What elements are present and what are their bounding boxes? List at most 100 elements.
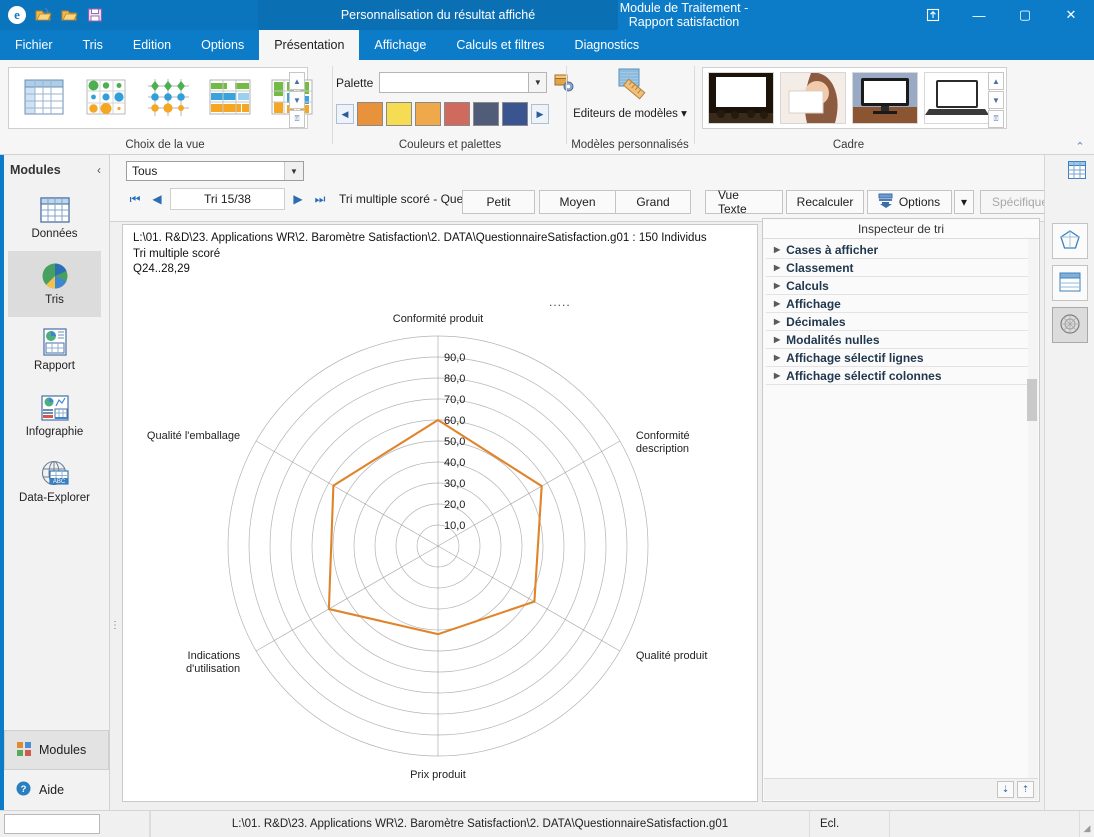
collapse-ribbon-icon[interactable]: ⌃ xyxy=(1072,139,1088,153)
tab-diagnostics[interactable]: Diagnostics xyxy=(560,30,655,60)
palette-input[interactable] xyxy=(379,72,530,93)
rail-button-shape[interactable] xyxy=(1051,223,1088,259)
model-editor-button[interactable]: Editeurs de modèles ▾ xyxy=(573,107,687,121)
model-editor-icon[interactable] xyxy=(611,66,649,105)
open-icon[interactable] xyxy=(35,7,52,23)
nav-last-icon[interactable]: ⏭ xyxy=(311,188,329,210)
frame-option-laptop[interactable] xyxy=(924,72,990,124)
sidebar: Modules ‹ Données Tris Rapport Infograph… xyxy=(0,155,120,810)
view-scroll-down-button[interactable]: ▼ xyxy=(289,91,305,109)
sidebar-collapse-icon[interactable]: ‹ xyxy=(97,163,101,177)
chevron-right-icon: ▶ xyxy=(774,281,781,290)
sidebar-help-button[interactable]: ? Aide xyxy=(4,770,109,810)
frame-scroll-down-button[interactable]: ▼ xyxy=(988,91,1004,109)
minimize-button[interactable]: — xyxy=(956,0,1002,30)
palette-prev-button[interactable]: ◀ xyxy=(336,104,354,124)
swatch-6[interactable] xyxy=(502,102,528,126)
help-icon: ? xyxy=(16,781,31,799)
window-title: Module de Traitement - Rapport satisfact… xyxy=(619,1,749,29)
tab-options[interactable]: Options xyxy=(186,30,259,60)
nav-first-icon[interactable]: ⏮ xyxy=(126,188,144,210)
chevron-right-icon: ▶ xyxy=(774,335,781,344)
sidebar-item-infographie[interactable]: Infographie xyxy=(8,383,101,449)
status-input[interactable] xyxy=(4,814,100,834)
restore-window-button[interactable] xyxy=(910,0,956,30)
frame-gallery-expand-button[interactable]: ⍔ xyxy=(988,110,1004,128)
status-blank xyxy=(890,811,1080,837)
swatch-4[interactable] xyxy=(444,102,470,126)
inspector-row-calculs[interactable]: ▶ Calculs xyxy=(766,277,1036,295)
vue-texte-button[interactable]: Vue Texte xyxy=(705,188,783,216)
title-bar: e Personnalisation du résultat affiché M… xyxy=(0,0,1094,30)
rail-button-chart-view[interactable] xyxy=(1051,307,1088,343)
frame-option-cinema[interactable] xyxy=(708,72,774,124)
filter-combo[interactable]: Tous ▼ xyxy=(126,161,304,181)
menu-tabs: Fichier Tris Edition Options Présentatio… xyxy=(0,30,654,60)
sidebar-modules-button[interactable]: Modules xyxy=(4,730,109,770)
swatch-5[interactable] xyxy=(473,102,499,126)
radar-axis-spoke xyxy=(255,545,439,652)
tab-edition[interactable]: Edition xyxy=(118,30,186,60)
inspector-row-affichage-selectif-lignes[interactable]: ▶ Affichage sélectif lignes xyxy=(766,349,1036,367)
filter-combo-value: Tous xyxy=(132,164,158,178)
tab-tris[interactable]: Tris xyxy=(68,30,118,60)
model-editor-dropdown-icon[interactable]: ▾ xyxy=(681,108,687,120)
inspector-row-classement[interactable]: ▶ Classement xyxy=(766,259,1036,277)
inspector-scrollbar[interactable] xyxy=(1027,239,1038,779)
inspector-row-label: Modalités nulles xyxy=(786,332,880,347)
maximize-button[interactable]: ▢ xyxy=(1002,0,1048,30)
swatch-1[interactable] xyxy=(357,102,383,126)
view-option-stacked-icon[interactable] xyxy=(205,74,255,122)
radar-tick-label: 80,0 xyxy=(444,373,465,385)
inspector-row-affichage-selectif-colonnes[interactable]: ▶ Affichage sélectif colonnes xyxy=(766,367,1036,385)
inspector-row-cases-a-afficher[interactable]: ▶ Cases à afficher xyxy=(766,241,1036,259)
view-option-table-icon[interactable] xyxy=(19,74,69,122)
sidebar-item-data-explorer[interactable]: ABC Data-Explorer xyxy=(8,449,101,515)
inspector-move-up-button[interactable]: ⇡ xyxy=(1017,781,1034,798)
sidebar-header: Modules ‹ xyxy=(0,155,109,185)
options-button[interactable]: Options xyxy=(867,190,952,214)
chart-pane: L:\01. R&D\23. Applications WR\2. Baromè… xyxy=(122,224,758,802)
inspector-row-decimales[interactable]: ▶ Décimales xyxy=(766,313,1036,331)
frame-scroll-up-button[interactable]: ▲ xyxy=(988,72,1004,90)
inspector-row-affichage[interactable]: ▶ Affichage xyxy=(766,295,1036,313)
size-button-petit[interactable]: Petit xyxy=(462,190,535,214)
save-icon[interactable] xyxy=(87,7,104,23)
sidebar-item-rapport[interactable]: Rapport xyxy=(8,317,101,383)
view-option-bubble-icon[interactable] xyxy=(81,74,131,122)
sidebar-overflow-icon[interactable]: ⋮ xyxy=(110,620,120,631)
view-gallery-expand-button[interactable]: ⍔ xyxy=(289,110,305,128)
inspector-scroll-thumb[interactable] xyxy=(1027,379,1037,421)
filter-combo-dropdown-icon[interactable]: ▼ xyxy=(284,162,303,180)
sidebar-item-donnees[interactable]: Données xyxy=(8,185,101,251)
rail-button-table-view[interactable] xyxy=(1051,265,1088,301)
swatch-3[interactable] xyxy=(415,102,441,126)
tab-presentation[interactable]: Présentation xyxy=(259,30,360,60)
frame-option-monitor[interactable] xyxy=(852,72,918,124)
inspector-row-modalites-nulles[interactable]: ▶ Modalités nulles xyxy=(766,331,1036,349)
open-folder-icon[interactable] xyxy=(61,7,78,23)
recalculer-button[interactable]: Recalculer xyxy=(786,190,864,214)
tab-calculs-et-filtres[interactable]: Calculs et filtres xyxy=(441,30,559,60)
size-button-moyen[interactable]: Moyen xyxy=(539,190,616,214)
tab-fichier[interactable]: Fichier xyxy=(0,30,68,60)
view-scroll-up-button[interactable]: ▲ xyxy=(289,72,305,90)
sidebar-item-tris[interactable]: Tris xyxy=(8,251,101,317)
palette-dropdown-arrow-icon[interactable]: ▼ xyxy=(529,72,548,93)
options-dropdown-button[interactable]: ▾ xyxy=(954,190,974,214)
nav-next-icon[interactable]: ▶ xyxy=(289,188,307,210)
tab-affichage[interactable]: Affichage xyxy=(359,30,441,60)
palette-next-button[interactable]: ▶ xyxy=(531,104,549,124)
view-option-scatter-icon[interactable] xyxy=(143,74,193,122)
radar-chart[interactable]: 10,0 20,0 30,0 40,0 50,0 60,0 70,0 80,0 90,0 Conf… xyxy=(123,225,757,795)
palette-label: Palette xyxy=(336,75,374,90)
close-button[interactable]: ✕ xyxy=(1048,0,1094,30)
size-button-grand[interactable]: Grand xyxy=(615,190,691,214)
frame-option-person[interactable] xyxy=(780,72,846,124)
nav-prev-icon[interactable]: ◀ xyxy=(148,188,166,210)
inspector-move-down-button[interactable]: ⇣ xyxy=(997,781,1014,798)
swatch-2[interactable] xyxy=(386,102,412,126)
tri-counter[interactable]: Tri 15/38 xyxy=(170,188,285,210)
grid-icon[interactable] xyxy=(1068,161,1086,179)
radar-series-polygon xyxy=(327,418,543,636)
